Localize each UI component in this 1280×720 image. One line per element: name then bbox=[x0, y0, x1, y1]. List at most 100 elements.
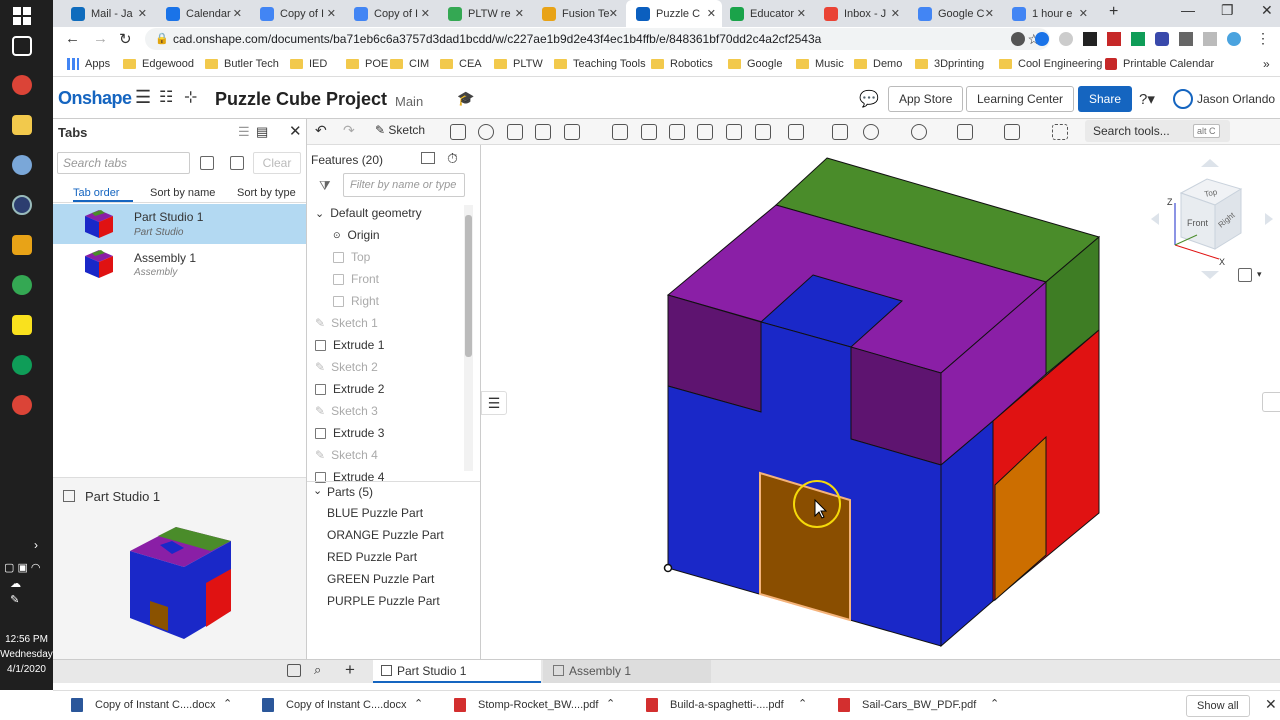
feature-list-icon[interactable]: ☷ bbox=[159, 87, 173, 107]
revolve-tool-icon[interactable] bbox=[478, 124, 494, 140]
chevron-up-icon[interactable]: ⌃ bbox=[798, 697, 807, 710]
more-bookmarks-icon[interactable]: » bbox=[1263, 57, 1270, 71]
close-tab-icon[interactable]: ✕ bbox=[421, 7, 430, 20]
browser-tab[interactable]: Puzzle C ✕ bbox=[626, 0, 722, 27]
app-icon[interactable] bbox=[12, 155, 32, 175]
feature-item[interactable]: ✎ Sketch 2 bbox=[315, 360, 378, 374]
chrome-icon[interactable] bbox=[12, 355, 32, 375]
close-tab-icon[interactable]: ✕ bbox=[609, 7, 618, 20]
feature-item[interactable]: Extrude 1 bbox=[315, 338, 384, 352]
app-store-button[interactable]: App Store bbox=[888, 86, 964, 112]
bookmark-item[interactable]: Apps bbox=[67, 58, 110, 70]
part-item[interactable]: PURPLE Puzzle Part bbox=[327, 594, 440, 608]
part-item[interactable]: GREEN Puzzle Part bbox=[327, 572, 434, 586]
close-tab-icon[interactable]: ✕ bbox=[233, 7, 242, 20]
loft-tool-icon[interactable] bbox=[535, 124, 551, 140]
bookmark-item[interactable]: Music bbox=[796, 58, 844, 70]
boolean-tool-icon[interactable] bbox=[863, 124, 879, 140]
search-tabs-input[interactable]: Search tabs bbox=[57, 152, 190, 174]
bookmark-item[interactable]: Teaching Tools bbox=[554, 58, 646, 70]
download-item[interactable]: Copy of Instant C....docx ⌃ bbox=[71, 698, 232, 712]
learning-center-button[interactable]: Learning Center bbox=[966, 86, 1075, 112]
extension-icon[interactable] bbox=[1011, 32, 1025, 46]
geometry-item[interactable]: Front bbox=[333, 272, 379, 286]
chevron-up-icon[interactable]: ⌃ bbox=[606, 697, 615, 710]
browser-tab[interactable]: 1 hour e ✕ bbox=[1002, 0, 1094, 27]
bookmark-item[interactable]: CIM bbox=[390, 58, 429, 70]
document-tab-assembly[interactable]: Assembly 1 bbox=[543, 660, 711, 683]
extrude-tool-icon[interactable] bbox=[450, 124, 466, 140]
part-item[interactable]: BLUE Puzzle Part bbox=[327, 506, 423, 520]
timer-icon[interactable]: ⏱ bbox=[447, 150, 458, 167]
document-title[interactable]: Puzzle Cube Project bbox=[215, 89, 387, 110]
bookmark-item[interactable]: Butler Tech bbox=[205, 58, 279, 70]
browser-tab[interactable]: PLTW re ✕ bbox=[438, 0, 530, 27]
part-item[interactable]: RED Puzzle Part bbox=[327, 550, 417, 564]
bookmark-item[interactable]: IED bbox=[290, 58, 327, 70]
origin-marker[interactable] bbox=[663, 563, 673, 573]
close-tab-icon[interactable]: ✕ bbox=[797, 7, 806, 20]
hole-tool-icon[interactable] bbox=[755, 124, 771, 140]
close-downloads-icon[interactable]: ✕ bbox=[1265, 696, 1277, 713]
extension-icon[interactable] bbox=[1131, 32, 1145, 46]
close-tab-icon[interactable]: ✕ bbox=[327, 7, 336, 20]
feature-item[interactable]: Extrude 3 bbox=[315, 426, 384, 440]
filter-features-input[interactable]: Filter by name or type bbox=[343, 173, 465, 197]
view-cube-arrow-up[interactable] bbox=[1201, 159, 1219, 167]
rib-tool-icon[interactable] bbox=[697, 124, 713, 140]
task-view-icon[interactable] bbox=[12, 36, 32, 56]
tab-tool-icon[interactable] bbox=[200, 156, 214, 170]
feature-item[interactable]: ✎ Sketch 3 bbox=[315, 404, 378, 418]
fillet-tool-icon[interactable] bbox=[612, 124, 628, 140]
back-icon[interactable]: ← bbox=[65, 30, 80, 47]
maximize-icon[interactable]: ❐ bbox=[1221, 2, 1234, 19]
close-tab-icon[interactable]: ✕ bbox=[515, 7, 524, 20]
close-tab-icon[interactable]: ✕ bbox=[1079, 7, 1088, 20]
insert-icon[interactable]: ⊹ bbox=[184, 87, 197, 107]
profile-avatar-icon[interactable] bbox=[1227, 32, 1241, 46]
add-tab-icon[interactable]: + bbox=[345, 660, 355, 680]
part-item[interactable]: ORANGE Puzzle Part bbox=[327, 528, 444, 542]
sort-tab-order[interactable]: Tab order bbox=[73, 187, 119, 199]
download-item[interactable]: Sail-Cars_BW_PDF.pdf ⌃ bbox=[838, 698, 999, 712]
windows-start-icon[interactable] bbox=[12, 6, 32, 26]
browser-tab[interactable]: Fusion Te ✕ bbox=[532, 0, 624, 27]
draft-tool-icon[interactable] bbox=[669, 124, 685, 140]
close-tab-icon[interactable]: ✕ bbox=[707, 7, 716, 20]
view-cube-arrow-right[interactable] bbox=[1265, 213, 1273, 225]
bookmark-item[interactable]: PLTW bbox=[494, 58, 543, 70]
search-tools-input[interactable]: Search tools... alt C bbox=[1085, 120, 1230, 142]
thumbnail-view-icon[interactable]: ▤ bbox=[256, 124, 268, 140]
close-tab-icon[interactable]: ✕ bbox=[985, 7, 994, 20]
help-icon[interactable]: ?▾ bbox=[1139, 90, 1155, 108]
mate-connector-tool-icon[interactable] bbox=[1004, 124, 1020, 140]
chrome-menu-icon[interactable]: ⋮ bbox=[1256, 30, 1270, 47]
browser-tab[interactable]: Educator ✕ bbox=[720, 0, 812, 27]
default-geometry-folder[interactable]: ⌄ Default geometry bbox=[315, 206, 422, 220]
feature-item[interactable]: ✎ Sketch 4 bbox=[315, 448, 378, 462]
extension-icon[interactable] bbox=[1155, 32, 1169, 46]
plane-tool-icon[interactable] bbox=[957, 124, 973, 140]
document-tab-part-studio[interactable]: Part Studio 1 bbox=[373, 660, 541, 683]
browser-tab[interactable]: Calendar ✕ bbox=[156, 0, 248, 27]
url-bar[interactable]: 🔒 cad.onshape.com/documents/ba71eb6c6a37… bbox=[145, 28, 1050, 50]
branch-name[interactable]: Main bbox=[395, 94, 423, 109]
appearance-panel-toggle-icon[interactable] bbox=[1262, 392, 1280, 412]
undo-icon[interactable]: ↶ bbox=[315, 122, 327, 139]
tab-item-assembly[interactable]: Assembly 1 Assembly bbox=[53, 244, 306, 284]
shell-tool-icon[interactable] bbox=[726, 124, 742, 140]
sweep-tool-icon[interactable] bbox=[507, 124, 523, 140]
pattern-tool-icon[interactable] bbox=[788, 124, 804, 140]
forward-icon[interactable]: → bbox=[93, 30, 108, 47]
geometry-item[interactable]: ⊙ Origin bbox=[333, 228, 380, 242]
close-tab-icon[interactable]: ✕ bbox=[138, 7, 147, 20]
filter-icon[interactable]: ⧩ bbox=[319, 178, 331, 194]
app-icon[interactable] bbox=[12, 195, 32, 215]
view-cube[interactable]: Top Front Right Z X bbox=[1145, 153, 1275, 283]
download-item[interactable]: Stomp-Rocket_BW....pdf ⌃ bbox=[454, 698, 615, 712]
chrome-icon[interactable] bbox=[12, 275, 32, 295]
hamburger-menu-icon[interactable]: ☰ bbox=[135, 87, 151, 108]
list-view-icon[interactable]: ☰ bbox=[238, 124, 250, 140]
bookmark-item[interactable]: POE bbox=[346, 58, 388, 70]
tab-tool-icon[interactable] bbox=[230, 156, 244, 170]
